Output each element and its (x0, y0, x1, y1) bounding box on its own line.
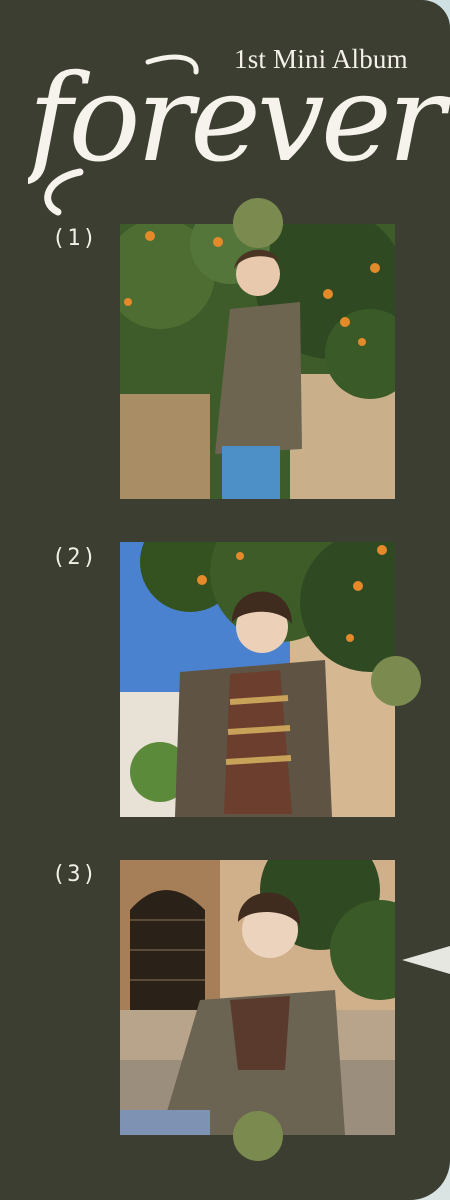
photo-1 (120, 224, 395, 499)
photo-3 (120, 860, 395, 1135)
album-title: forever (28, 52, 450, 222)
accent-dot-3 (233, 1111, 283, 1161)
accent-dot-1 (233, 198, 283, 248)
album-title-text: forever (28, 52, 450, 189)
photo-number-2: (2) (52, 545, 98, 570)
album-panel: 1st Mini Album forever (1) (2) (3) (0, 0, 450, 1200)
photo-2 (120, 542, 395, 817)
photo-number-1: (1) (52, 226, 98, 251)
accent-dot-2 (371, 656, 421, 706)
photo-number-3: (3) (52, 862, 98, 887)
arrow-pointer (402, 946, 450, 974)
